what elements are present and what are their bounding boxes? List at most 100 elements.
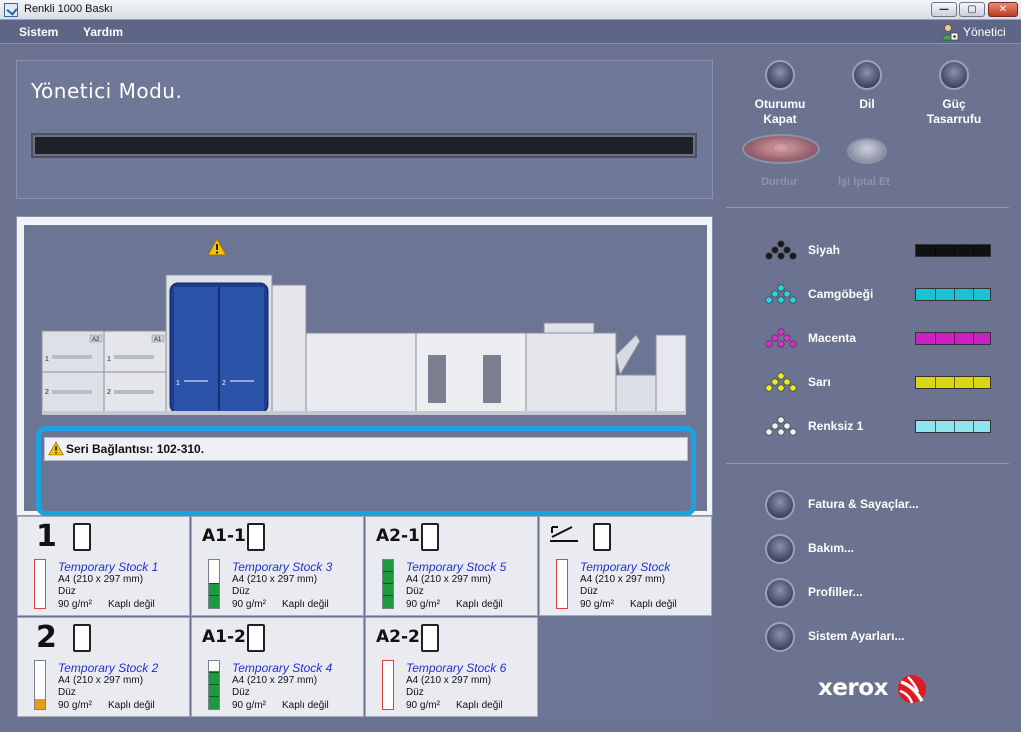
system-settings-icon xyxy=(765,622,795,652)
tray-level-gauge xyxy=(556,559,568,609)
warning-icon xyxy=(48,441,64,456)
billing-icon xyxy=(765,490,795,520)
tray-level-segment xyxy=(383,571,393,572)
stop-button[interactable] xyxy=(742,134,820,164)
toner-name: Sarı xyxy=(808,375,831,389)
xerox-logo: xerox xyxy=(818,672,930,706)
toner-level-bar xyxy=(915,420,991,433)
status-message: Seri Bağlantısı: 102-310. xyxy=(44,437,688,461)
tray-level-segment xyxy=(209,595,219,596)
system-settings-label: Sistem Ayarları... xyxy=(808,629,905,643)
toner-name: Siyah xyxy=(808,243,841,257)
toner-level-tick xyxy=(973,289,974,300)
paper-icon xyxy=(73,523,91,551)
app-icon xyxy=(4,3,18,17)
tray-paper-size: A4 (210 x 297 mm) xyxy=(232,675,318,686)
tray-marker-2: 2 xyxy=(45,389,49,396)
paper-tray-a1-1[interactable]: A1-1 Temporary Stock 3 A4 (210 x 297 mm)… xyxy=(191,516,364,616)
paper-icon xyxy=(421,624,439,652)
cancel-job-button[interactable] xyxy=(847,138,887,164)
mode-title: Yönetici Modu. xyxy=(31,79,183,103)
menu-yardim[interactable]: Yardım xyxy=(83,25,123,39)
tray-level-gauge xyxy=(382,660,394,710)
tray-paper-type: Düz xyxy=(406,687,424,698)
tray-paper-size: A4 (210 x 297 mm) xyxy=(406,574,492,585)
maintenance-label: Bakım... xyxy=(808,541,855,555)
paper-icon xyxy=(247,624,265,652)
maximize-button[interactable]: ▢ xyxy=(959,2,985,17)
window-title: Renkli 1000 Baskı xyxy=(24,3,113,15)
engine-marker-2: 2 xyxy=(222,380,226,387)
cancel-job-label: İşi İptal Et xyxy=(838,176,890,188)
paper-tray-2[interactable]: 2 Temporary Stock 2 A4 (210 x 297 mm) Dü… xyxy=(17,617,190,717)
system-settings-button[interactable]: Sistem Ayarları... xyxy=(765,622,1005,652)
window-title-bar: Renkli 1000 Baskı — ▢ ✕ xyxy=(0,0,1021,20)
toner-pile-icon xyxy=(765,328,797,348)
toner-siyah[interactable]: Siyah xyxy=(765,240,995,261)
tray-paper-type: Düz xyxy=(58,687,76,698)
tray-stock-name: Temporary Stock 3 xyxy=(232,560,333,574)
tray-number: A1-2 xyxy=(202,627,246,647)
language-button[interactable] xyxy=(852,60,882,90)
tray-paper-weight: 90 g/m² xyxy=(232,599,266,610)
toner-pile-icon xyxy=(765,372,797,392)
toner-level-tick xyxy=(973,377,974,388)
toner-sarı[interactable]: Sarı xyxy=(765,372,995,393)
stop-label: Durdur xyxy=(761,176,798,188)
tray-paper-coating: Kaplı değil xyxy=(108,599,155,610)
stop-icon xyxy=(772,142,790,156)
tray-stock-name: Temporary Stock 4 xyxy=(232,661,333,675)
toner-pile-icon xyxy=(765,416,797,436)
paper-tray-a2-1[interactable]: A2-1 Temporary Stock 5 A4 (210 x 297 mm)… xyxy=(365,516,538,616)
tray-marker-4: 2 xyxy=(107,389,111,396)
printer-diagram[interactable]: A2 A1 1 2 1 2 1 2 xyxy=(24,225,707,425)
tray-paper-type: Düz xyxy=(232,687,250,698)
toner-level-tick xyxy=(935,245,936,256)
tray-number: 1 xyxy=(36,519,57,554)
paper-tray-a2-2[interactable]: A2-2 Temporary Stock 6 A4 (210 x 297 mm)… xyxy=(365,617,538,717)
minimize-button[interactable]: — xyxy=(931,2,957,17)
billing-label: Fatura & Sayaçlar... xyxy=(808,497,919,511)
paper-tray-bypass[interactable]: Temporary Stock A4 (210 x 297 mm) Düz 90… xyxy=(539,516,712,616)
status-message-box[interactable]: Seri Bağlantısı: 102-310. xyxy=(36,426,696,516)
tray-number: 2 xyxy=(36,620,57,655)
menu-bar: Sistem Yardım Yönetici xyxy=(0,20,1021,44)
close-button[interactable]: ✕ xyxy=(988,2,1018,17)
power-save-button[interactable] xyxy=(939,60,969,90)
tray-paper-coating: Kaplı değil xyxy=(282,599,329,610)
toner-level-bar xyxy=(915,376,991,389)
tray-level-gauge xyxy=(34,660,46,710)
logout-button[interactable] xyxy=(765,60,795,90)
tray-level-segment xyxy=(383,583,393,584)
toner-name: Macenta xyxy=(808,331,857,345)
toner-pile-icon xyxy=(765,240,797,260)
job-progress-bar xyxy=(31,133,697,158)
toner-level-tick xyxy=(954,377,955,388)
tray-number: A2-2 xyxy=(376,627,420,647)
tray-level-gauge xyxy=(34,559,46,609)
maintenance-button[interactable]: Bakım... xyxy=(765,534,1005,564)
tray-paper-coating: Kaplı değil xyxy=(108,700,155,711)
warning-icon[interactable] xyxy=(207,238,227,256)
profiles-button[interactable]: Profiller... xyxy=(765,578,1005,608)
toner-level-tick xyxy=(935,377,936,388)
paper-icon xyxy=(593,523,611,551)
billing-counters-button[interactable]: Fatura & Sayaçlar... xyxy=(765,490,1005,520)
tray-marker-3: 1 xyxy=(107,356,111,363)
toner-level-tick xyxy=(954,245,955,256)
menu-sistem[interactable]: Sistem xyxy=(19,25,58,39)
divider xyxy=(726,207,1009,208)
tray-paper-type: Düz xyxy=(580,586,598,597)
toner-level-fill xyxy=(916,333,990,344)
tray-marker-1: 1 xyxy=(45,356,49,363)
bypass-tray-icon xyxy=(550,526,578,542)
toner-renksiz-1[interactable]: Renksiz 1 xyxy=(765,416,995,437)
tray-paper-type: Düz xyxy=(232,586,250,597)
tray-paper-coating: Kaplı değil xyxy=(282,700,329,711)
user-mode-indicator[interactable]: Yönetici xyxy=(941,23,1009,41)
toner-macenta[interactable]: Macenta xyxy=(765,328,995,349)
paper-tray-a1-2[interactable]: A1-2 Temporary Stock 4 A4 (210 x 297 mm)… xyxy=(191,617,364,717)
tray-number: A2-1 xyxy=(376,526,420,546)
paper-tray-1[interactable]: 1 Temporary Stock 1 A4 (210 x 297 mm) Dü… xyxy=(17,516,190,616)
toner-camgöbeği[interactable]: Camgöbeği xyxy=(765,284,995,305)
